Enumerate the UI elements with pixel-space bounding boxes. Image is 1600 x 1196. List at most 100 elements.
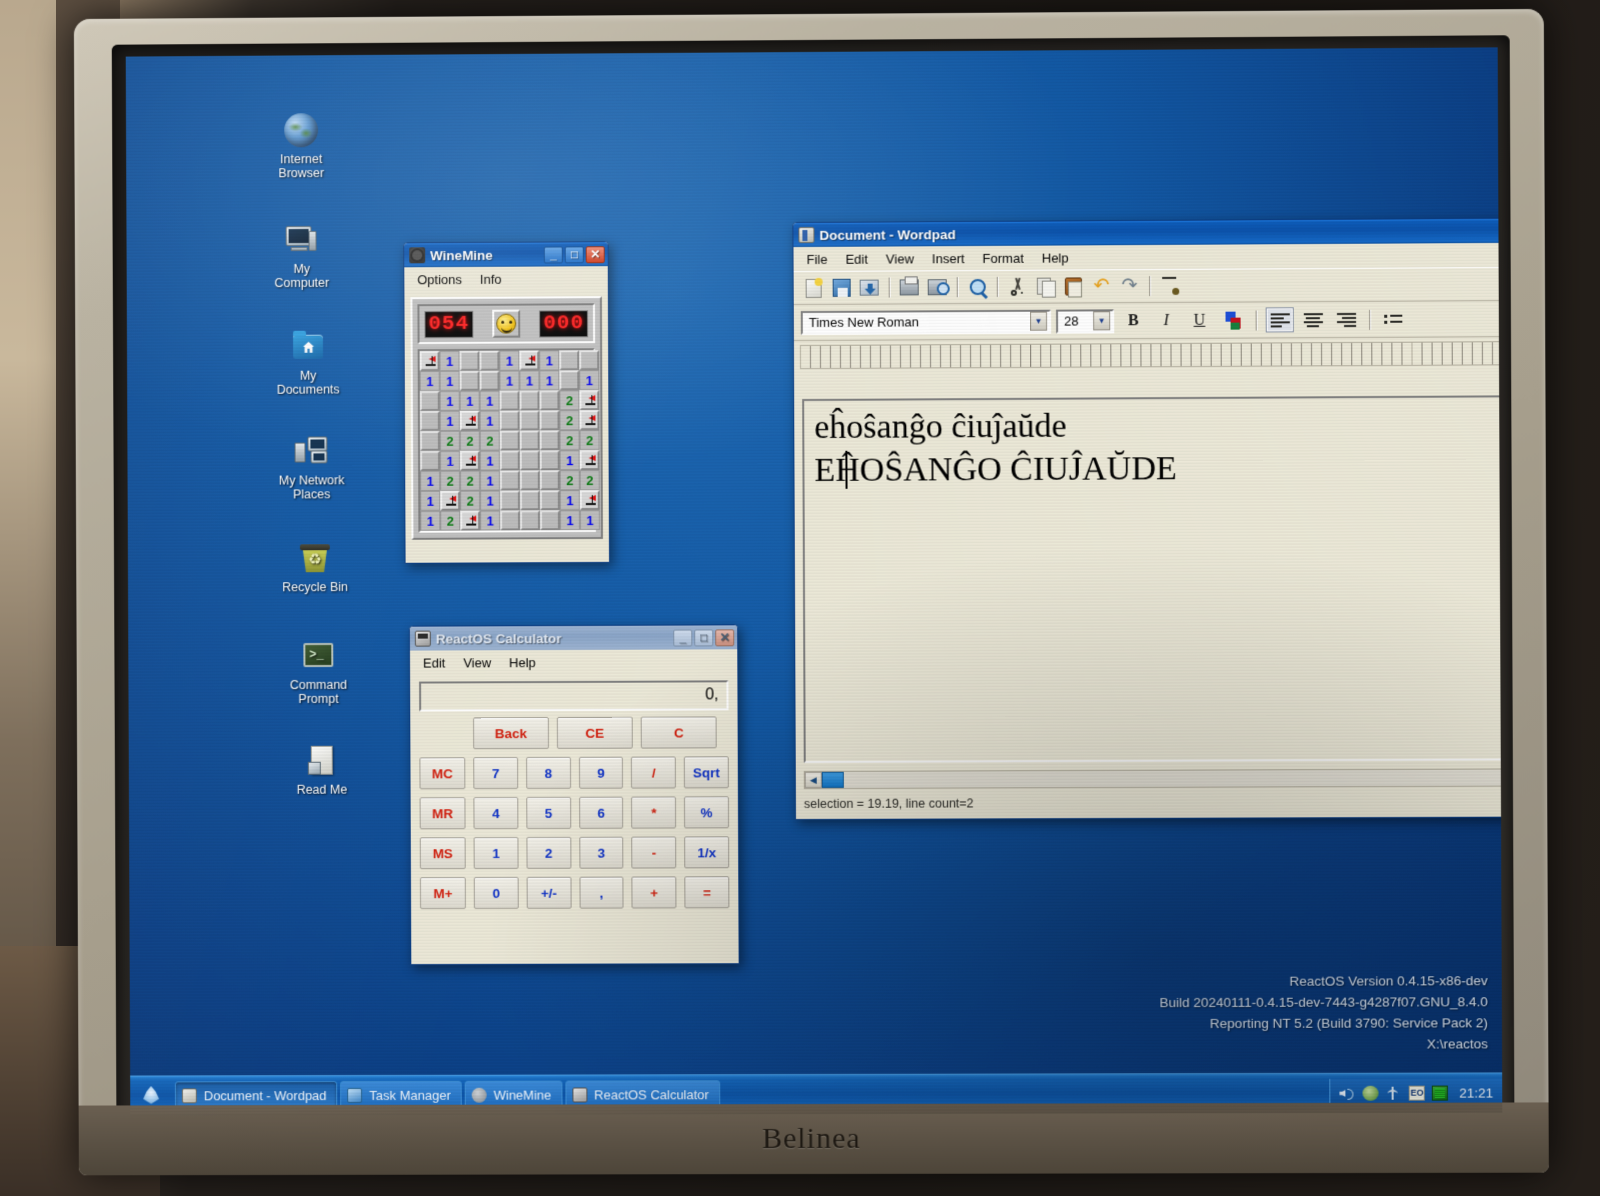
mine-cell[interactable] bbox=[479, 370, 500, 391]
align-center-icon[interactable] bbox=[1299, 307, 1327, 332]
mine-cell[interactable]: 1 bbox=[479, 410, 500, 431]
calc-button-[interactable]: * bbox=[631, 796, 677, 829]
calc-button-+[interactable]: + bbox=[631, 876, 677, 909]
mine-cell[interactable] bbox=[519, 450, 540, 471]
calc-button-+[interactable]: +/- bbox=[526, 876, 572, 909]
calc-button-8[interactable]: 8 bbox=[525, 756, 571, 789]
mine-cell[interactable]: 1 bbox=[459, 390, 480, 411]
cut-icon[interactable] bbox=[1005, 275, 1030, 299]
calc-button-6[interactable]: 6 bbox=[578, 796, 624, 829]
calc-button-[interactable]: - bbox=[631, 836, 677, 869]
mine-cell[interactable]: 1 bbox=[439, 350, 460, 371]
mine-cell[interactable]: 1 bbox=[479, 450, 500, 471]
calc-button-0[interactable]: 0 bbox=[473, 876, 519, 910]
menu-help[interactable]: Help bbox=[500, 653, 545, 672]
print-preview-icon[interactable] bbox=[925, 275, 950, 299]
volume-icon[interactable] bbox=[1340, 1086, 1356, 1101]
winemine-window[interactable]: WineMine _ □ ✕ Options Info 054 000 1 1 … bbox=[403, 241, 611, 564]
mine-cell[interactable] bbox=[419, 390, 440, 412]
calculator-titlebar[interactable]: ReactOS Calculator _ □ ✕ bbox=[409, 625, 738, 651]
mine-cell[interactable]: 1 bbox=[499, 350, 520, 371]
mine-cell[interactable]: 1 bbox=[420, 490, 441, 511]
menu-edit[interactable]: Edit bbox=[836, 250, 877, 269]
mine-cell[interactable] bbox=[539, 430, 560, 451]
mine-cell[interactable]: 2 bbox=[459, 430, 480, 451]
mine-cell[interactable]: 1 bbox=[579, 509, 600, 531]
menu-view[interactable]: View bbox=[877, 249, 923, 268]
mine-cell[interactable] bbox=[519, 470, 540, 491]
calculator-window[interactable]: ReactOS Calculator _ □ ✕ Edit View Help … bbox=[408, 624, 740, 966]
mine-cell[interactable] bbox=[460, 510, 481, 531]
calc-button-1x[interactable]: 1/x bbox=[684, 836, 730, 869]
calc-button-MC[interactable]: MC bbox=[419, 757, 466, 790]
mine-cell[interactable] bbox=[499, 430, 520, 451]
print-icon[interactable] bbox=[897, 275, 922, 299]
close-button[interactable]: ✕ bbox=[585, 245, 605, 263]
mine-cell[interactable] bbox=[440, 490, 461, 511]
mine-cell[interactable] bbox=[499, 450, 520, 471]
redo-icon[interactable] bbox=[1117, 274, 1142, 298]
usb-icon[interactable] bbox=[1386, 1086, 1402, 1101]
italic-button[interactable]: I bbox=[1152, 308, 1180, 333]
new-icon[interactable] bbox=[801, 276, 826, 300]
menu-help[interactable]: Help bbox=[1033, 248, 1078, 267]
calc-button-CE[interactable]: CE bbox=[556, 716, 633, 749]
menu-options[interactable]: Options bbox=[408, 270, 471, 289]
calc-button-4[interactable]: 4 bbox=[473, 797, 519, 830]
screen-icon[interactable] bbox=[1432, 1085, 1449, 1101]
calc-button-M+[interactable]: M+ bbox=[419, 877, 466, 910]
mine-cell[interactable] bbox=[479, 350, 500, 371]
scrollbar-thumb[interactable] bbox=[821, 771, 844, 788]
taskbar-clock[interactable]: 21:21 bbox=[1455, 1085, 1493, 1100]
mine-cell[interactable]: 1 bbox=[479, 390, 500, 411]
bold-button[interactable]: B bbox=[1119, 308, 1147, 333]
calc-button-[interactable]: = bbox=[684, 876, 730, 909]
wordpad-format-bar[interactable]: Times New Roman ▼ 28 ▼ B I U bbox=[793, 300, 1503, 342]
mine-cell[interactable] bbox=[519, 430, 540, 451]
document-text[interactable]: eĥoŝanĝo ĉiuĵaŭde EĤOŜANĜO ĈIUĴAŬDE bbox=[804, 397, 1502, 499]
mine-cell[interactable] bbox=[519, 490, 540, 511]
mine-cell[interactable] bbox=[579, 490, 600, 511]
align-right-icon[interactable] bbox=[1332, 307, 1360, 332]
desktop-icon-read-me[interactable]: Read Me bbox=[274, 744, 370, 797]
desktop-icon-my-documents[interactable]: My Documents bbox=[260, 330, 356, 397]
open-icon[interactable] bbox=[857, 276, 882, 300]
mine-cell[interactable]: 1 bbox=[479, 470, 500, 491]
mine-cell[interactable]: 1 bbox=[499, 370, 520, 391]
mine-cell[interactable]: 1 bbox=[439, 450, 461, 471]
mine-cell[interactable]: 1 bbox=[420, 510, 441, 531]
mine-cell[interactable] bbox=[459, 410, 480, 431]
mine-cell[interactable] bbox=[419, 410, 440, 431]
calculator-window-controls[interactable]: _ □ ✕ bbox=[673, 628, 735, 647]
calc-button-Back[interactable]: Back bbox=[473, 716, 549, 750]
save-icon[interactable] bbox=[829, 276, 854, 300]
mine-cell[interactable]: 1 bbox=[539, 350, 560, 371]
menu-view[interactable]: View bbox=[454, 653, 500, 672]
calc-button-7[interactable]: 7 bbox=[473, 757, 519, 790]
mine-cell[interactable] bbox=[519, 350, 540, 371]
mine-cell[interactable] bbox=[459, 450, 480, 471]
mine-cell[interactable]: 1 bbox=[559, 510, 580, 531]
font-color-icon[interactable] bbox=[1218, 308, 1246, 333]
align-left-icon[interactable] bbox=[1265, 307, 1294, 333]
winemine-titlebar[interactable]: WineMine _ □ ✕ bbox=[404, 242, 608, 268]
calc-button-MS[interactable]: MS bbox=[419, 837, 466, 870]
mine-cell[interactable]: 2 bbox=[579, 470, 600, 491]
mine-cell[interactable]: 1 bbox=[439, 410, 460, 431]
calc-button-2[interactable]: 2 bbox=[526, 836, 572, 869]
wordpad-document-area[interactable]: eĥoŝanĝo ĉiuĵaŭde EĤOŜANĜO ĈIUĴAŬDE bbox=[802, 395, 1503, 764]
mine-cell[interactable]: 1 bbox=[420, 470, 441, 491]
mine-cell[interactable] bbox=[539, 390, 560, 411]
mine-cell[interactable]: 2 bbox=[559, 430, 580, 451]
mine-cell[interactable]: 1 bbox=[480, 490, 501, 511]
mine-cell[interactable] bbox=[459, 350, 480, 371]
mine-cell[interactable]: 2 bbox=[439, 430, 460, 451]
mine-cell[interactable] bbox=[579, 450, 600, 471]
bullet-list-icon[interactable] bbox=[1379, 307, 1407, 332]
mine-cell[interactable] bbox=[539, 470, 560, 491]
winemine-window-controls[interactable]: _ □ ✕ bbox=[543, 245, 605, 264]
desktop-icon-recycle-bin[interactable]: Recycle Bin bbox=[267, 541, 363, 594]
mine-cell[interactable] bbox=[499, 470, 520, 491]
mine-cell[interactable]: 1 bbox=[539, 370, 560, 391]
mine-cell[interactable]: 2 bbox=[559, 410, 580, 431]
